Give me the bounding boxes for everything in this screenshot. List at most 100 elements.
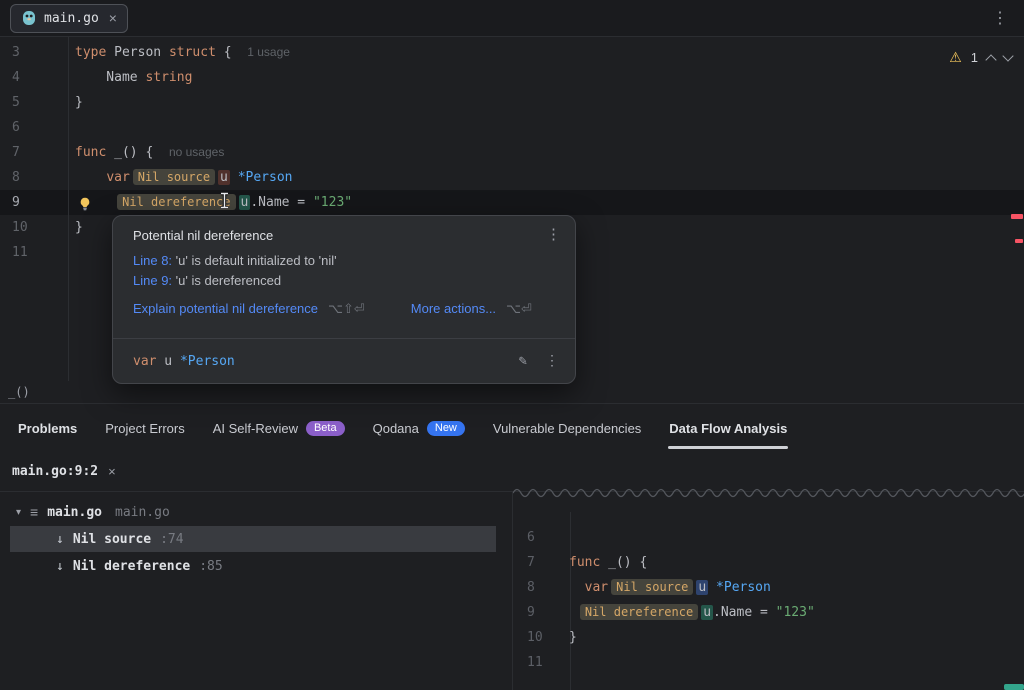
code-line-9[interactable]: 9 Nil dereferenceu.Name = "123" bbox=[513, 600, 1024, 625]
tab-close-icon[interactable]: × bbox=[109, 10, 117, 26]
next-problem-chevron-icon[interactable] bbox=[1002, 50, 1013, 61]
error-stripe-mark[interactable] bbox=[1011, 214, 1023, 219]
popup-detail-line: Line 9: 'u' is dereferenced bbox=[133, 271, 555, 291]
code-line-5[interactable]: 5} bbox=[0, 90, 1024, 115]
code-token: 1 usage bbox=[247, 45, 290, 59]
line-number[interactable]: 5 bbox=[0, 90, 68, 115]
code-token: .Name = bbox=[713, 605, 776, 620]
line-number[interactable]: 11 bbox=[0, 240, 68, 265]
tool-tab-qodana[interactable]: QodanaNew bbox=[359, 404, 479, 452]
line-number[interactable]: 8 bbox=[513, 575, 559, 600]
code-text: } bbox=[68, 215, 83, 240]
popup-code-kebab-icon[interactable]: ⋮ bbox=[545, 353, 559, 369]
warning-icon: ⚠ bbox=[949, 49, 962, 66]
code-text: func _() { bbox=[559, 550, 647, 575]
line-number[interactable]: 6 bbox=[0, 115, 68, 140]
previous-problem-chevron-icon[interactable] bbox=[985, 54, 996, 65]
code-token bbox=[230, 170, 238, 185]
code-token: .Name = bbox=[250, 195, 313, 210]
preview-lines: 67func _() {8 varNil sourceu *Person9 Ni… bbox=[513, 525, 1024, 675]
action-link[interactable]: Explain potential nil dereference bbox=[133, 301, 318, 316]
inlay-hint-badge[interactable]: Nil source bbox=[133, 169, 215, 185]
line-number[interactable]: 10 bbox=[513, 625, 559, 650]
code-token: u bbox=[218, 170, 230, 185]
breadcrumb[interactable]: _() bbox=[8, 385, 30, 399]
inspection-widget[interactable]: ⚠ 1 bbox=[949, 49, 1012, 66]
code-token: _() { bbox=[600, 555, 647, 570]
warning-count: 1 bbox=[971, 50, 978, 65]
tree-item-nil-dereference[interactable]: ↓Nil dereference:85 bbox=[10, 553, 496, 579]
code-line-6[interactable]: 6 bbox=[513, 525, 1024, 550]
code-token: { bbox=[216, 45, 247, 60]
code-token: Name bbox=[75, 70, 145, 85]
intention-bulb-icon[interactable] bbox=[78, 195, 92, 209]
line-number[interactable]: 3 bbox=[0, 40, 68, 65]
code-line-10[interactable]: 10} bbox=[513, 625, 1024, 650]
popup-code-text: var u *Person bbox=[133, 354, 235, 369]
code-line-7[interactable]: 7func _() { no usages bbox=[0, 140, 1024, 165]
inlay-hint-badge[interactable]: Nil dereference bbox=[117, 194, 235, 210]
line-number[interactable]: 7 bbox=[0, 140, 68, 165]
tool-tab-ai-self-review[interactable]: AI Self-ReviewBeta bbox=[199, 404, 359, 452]
line-number[interactable]: 8 bbox=[0, 165, 68, 190]
code-line-4[interactable]: 4 Name string bbox=[0, 65, 1024, 90]
result-tab-main-go-9-2[interactable]: main.go:9:2 × bbox=[12, 464, 116, 479]
scrollbar-thumb[interactable] bbox=[1004, 684, 1024, 690]
expand-chevron-icon[interactable]: ▾ bbox=[16, 507, 21, 518]
code-line-8[interactable]: 8 varNil sourceu *Person bbox=[0, 165, 1024, 190]
tree-item-nil-source[interactable]: ↓Nil source:74 bbox=[10, 526, 496, 552]
code-line-11[interactable]: 11 bbox=[513, 650, 1024, 675]
inlay-hint-badge[interactable]: Nil dereference bbox=[580, 604, 698, 620]
code-line-8[interactable]: 8 varNil sourceu *Person bbox=[513, 575, 1024, 600]
code-token: no usages bbox=[169, 145, 224, 159]
code-line-6[interactable]: 6 bbox=[0, 115, 1024, 140]
tool-tab-label: Project Errors bbox=[105, 421, 184, 436]
code-text: varNil sourceu *Person bbox=[559, 575, 771, 600]
popup-kebab-icon[interactable]: ⋮ bbox=[546, 225, 561, 243]
detail-text: 'u' is dereferenced bbox=[172, 273, 281, 288]
tool-tab-project-errors[interactable]: Project Errors bbox=[91, 404, 198, 452]
popup-action: Explain potential nil dereference⌥⇧⏎ bbox=[133, 301, 365, 317]
code-token: var bbox=[133, 354, 156, 369]
line-number[interactable]: 9 bbox=[513, 600, 559, 625]
tree-item-location: :74 bbox=[160, 532, 183, 547]
result-tab-close-icon[interactable]: × bbox=[108, 464, 116, 479]
code-token: type bbox=[75, 45, 106, 60]
error-stripe-mark[interactable] bbox=[1015, 239, 1023, 243]
text-cursor-icon bbox=[219, 192, 230, 212]
line-number[interactable]: 4 bbox=[0, 65, 68, 90]
code-text: } bbox=[68, 90, 83, 115]
code-token: var bbox=[106, 170, 129, 185]
tab-options-kebab-icon[interactable]: ⋮ bbox=[986, 8, 1014, 28]
editor-tab-main-go[interactable]: main.go × bbox=[10, 4, 128, 33]
tool-tab-data-flow-analysis[interactable]: Data Flow Analysis bbox=[655, 404, 801, 452]
editor-tab-label: main.go bbox=[44, 11, 99, 26]
tool-tab-vulnerable-dependencies[interactable]: Vulnerable Dependencies bbox=[479, 404, 655, 452]
ide-window: main.go × ⋮ 3type Person struct { 1 usag… bbox=[0, 0, 1024, 690]
line-number[interactable]: 9 bbox=[0, 190, 68, 215]
line-number[interactable]: 10 bbox=[0, 215, 68, 240]
line-number[interactable]: 7 bbox=[513, 550, 559, 575]
popup-action: More actions...⌥⏎ bbox=[411, 301, 532, 317]
list-icon: ≡ bbox=[30, 504, 38, 520]
line-link[interactable]: Line 8: bbox=[133, 253, 172, 268]
popup-code-row: var u *Person ✎ ⋮ bbox=[113, 339, 575, 383]
code-line-3[interactable]: 3type Person struct { 1 usage bbox=[0, 40, 1024, 65]
tree-root-main-go[interactable]: ▾ ≡ main.go main.go bbox=[0, 499, 512, 525]
tool-tab-label: Vulnerable Dependencies bbox=[493, 421, 641, 436]
code-token: u bbox=[696, 580, 708, 595]
code-token: u bbox=[701, 605, 713, 620]
code-line-7[interactable]: 7func _() { bbox=[513, 550, 1024, 575]
code-preview-pane: 67func _() {8 varNil sourceu *Person9 Ni… bbox=[512, 492, 1024, 690]
inlay-hint-badge[interactable]: Nil source bbox=[611, 579, 693, 595]
line-link[interactable]: Line 9: bbox=[133, 273, 172, 288]
line-number[interactable]: 6 bbox=[513, 525, 559, 550]
tool-tab-problems[interactable]: Problems bbox=[4, 404, 91, 452]
action-link[interactable]: More actions... bbox=[411, 301, 496, 316]
edit-icon[interactable]: ✎ bbox=[519, 353, 527, 369]
code-token: u bbox=[239, 195, 251, 210]
line-number[interactable]: 11 bbox=[513, 650, 559, 675]
code-token bbox=[708, 580, 716, 595]
code-token: } bbox=[75, 220, 83, 235]
code-line-9[interactable]: 9 Nil dereferenceu.Name = "123" bbox=[0, 190, 1024, 215]
